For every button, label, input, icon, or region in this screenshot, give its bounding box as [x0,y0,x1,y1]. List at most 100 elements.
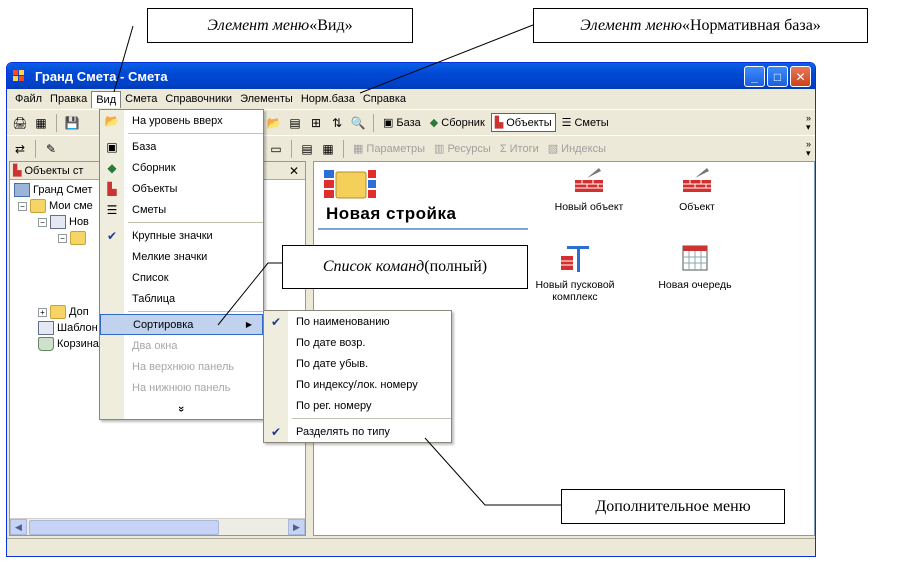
sort-by-name[interactable]: ✔ По наименованию [264,311,451,332]
check-icon: ✔ [270,314,282,329]
title-bar[interactable]: Гранд Смета - Смета _ □ ✕ [7,63,815,89]
estimates-icon: ☰ [561,117,572,129]
menu-item-to-top-panel[interactable]: На верхнюю панель [100,356,263,377]
separate-by-type[interactable]: ✔ Разделять по типу [264,421,451,442]
toolbar-collection-button[interactable]: ◆ Сборник [427,114,488,131]
base-icon: ▣ [383,117,394,129]
menu-help[interactable]: Справка [359,91,410,107]
sort-by-reg-number[interactable]: По рег. номеру [264,395,451,416]
tree-node-my-estimates[interactable]: − Мои сме [18,199,93,213]
import-icon[interactable]: ⇄ [11,140,29,158]
toolbar2-overflow-icon[interactable]: » ▾ [806,139,811,158]
sigma-icon: Σ [499,142,507,155]
toolbar-objects-button[interactable]: ▙ Объекты [490,113,556,132]
comment-icon[interactable]: ✎ [42,140,60,158]
toolbar-estimates-button[interactable]: ☰ Сметы [559,114,612,131]
object-icon [50,215,66,229]
tree-node-new[interactable]: − Нов [38,215,89,229]
toolbar-base-button[interactable]: ▣ База [380,114,424,131]
menu-item-collection[interactable]: ◆ Сборник [100,157,263,178]
menu-item-small-icons[interactable]: Мелкие значки [100,246,263,267]
toolbar-indexes-button[interactable]: ▧ Индексы [545,140,609,157]
menu-file[interactable]: Файл [11,91,46,107]
folder-icon [30,199,46,213]
computer-icon [14,183,30,197]
window-title: Гранд Смета - Смета [35,68,168,84]
sort-by-date-desc[interactable]: По дате убыв. [264,353,451,374]
toolbar-overflow-icon[interactable]: » ▾ [806,113,811,132]
minimize-button[interactable]: _ [744,66,765,87]
sheet-icon[interactable]: ▤ [298,140,316,158]
folder-icon [50,305,66,319]
callout-command-list: Список команд (полный) [282,245,528,289]
new-object-item[interactable]: Новый объект [534,166,644,213]
menu-normbase[interactable]: Норм.база [297,91,359,107]
menu-item-level-up[interactable]: 📂 На уровень вверх [100,110,263,131]
menu-item-estimates[interactable]: ☰ Сметы [100,199,263,220]
menu-elements[interactable]: Элементы [236,91,297,107]
properties-icon[interactable]: ▤ [286,114,304,132]
menu-item-large-icons[interactable]: ✔ Крупные значки [100,225,263,246]
scroll-right-icon[interactable]: ▶ [288,519,305,535]
object-icon [683,168,711,192]
tree-node-extra[interactable]: + Доп [38,305,89,319]
expand-icon[interactable]: + [38,307,47,317]
find-icon[interactable]: 🔍 [349,114,367,132]
close-pane-icon[interactable]: ✕ [289,164,299,178]
tree-node-templates[interactable]: Шаблон [38,321,98,335]
calendar-icon [682,245,708,271]
objects-icon: ▙ [494,117,504,129]
save-icon[interactable]: 💾 [63,114,81,132]
sort-by-date-asc[interactable]: По дате возр. [264,332,451,353]
indexes-icon: ▧ [547,143,559,155]
menu-item-sorting[interactable]: Сортировка ▶ [100,314,263,335]
status-bar [7,538,815,556]
view-mode-icon[interactable]: ⊞ [307,114,325,132]
tree-node-recycle-bin[interactable]: Корзина [38,337,99,351]
book-icon: ◆ [107,160,117,175]
tree-node-folder[interactable]: − [58,231,86,245]
new-stage-item[interactable]: Новая очередь [640,244,750,291]
crane-icon [561,246,589,272]
expand-chevron-icon: » [175,405,188,412]
print-icon[interactable]: 🖨 [11,114,29,132]
toolbar-resources-button[interactable]: ▥ Ресурсы [431,140,494,157]
close-button[interactable]: ✕ [790,66,811,87]
page-icon[interactable]: ▭ [267,140,285,158]
objects-icon: ▙ [13,165,22,177]
calc-sheet-icon[interactable]: ▦ [319,140,337,158]
menu-estimate[interactable]: Смета [121,91,161,107]
menu-item-base[interactable]: ▣ База [100,136,263,157]
menu-item-two-windows[interactable]: Два окна [100,335,263,356]
horizontal-scrollbar[interactable]: ◀ ▶ [10,518,305,535]
object-item[interactable]: Объект [642,166,752,213]
menu-view[interactable]: Вид [91,90,122,108]
collapse-icon[interactable]: − [38,217,47,227]
callout-extra-menu: Дополнительное меню [561,489,785,524]
menu-item-objects[interactable]: ▙ Объекты [100,178,263,199]
scroll-thumb[interactable] [29,520,219,535]
scroll-left-icon[interactable]: ◀ [10,519,27,535]
toolbar-parameters-button[interactable]: ▦ Параметры [350,140,428,157]
objects-icon: ▙ [107,181,117,196]
menu-item-to-bottom-panel[interactable]: На нижнюю панель [100,377,263,398]
up-folder-icon: 📂 [104,113,120,128]
estimates-icon: ☰ [106,202,118,217]
menu-bar: Файл Правка Вид Смета Справочники Элемен… [7,89,815,109]
menu-references[interactable]: Справочники [161,91,236,107]
folder-icon [70,231,86,245]
sort-by-index[interactable]: По индексу/лок. номеру [264,374,451,395]
tree-node-root[interactable]: Гранд Смет [14,183,92,197]
calculator-icon[interactable]: ▦ [32,114,50,132]
menu-item-list[interactable]: Список [100,267,263,288]
collapse-icon[interactable]: − [18,201,27,211]
collapse-icon[interactable]: − [58,233,67,243]
folder-up-icon[interactable]: 📂 [265,114,283,132]
menu-expand-button[interactable]: » [100,398,263,419]
maximize-button[interactable]: □ [767,66,788,87]
new-launch-complex-item[interactable]: Новый пусковой комплекс [520,244,630,303]
menu-edit[interactable]: Правка [46,91,91,107]
menu-item-table[interactable]: Таблица [100,288,263,309]
toolbar-totals-button[interactable]: Σ Итоги [497,141,542,157]
sort-icon[interactable]: ⇅ [328,114,346,132]
